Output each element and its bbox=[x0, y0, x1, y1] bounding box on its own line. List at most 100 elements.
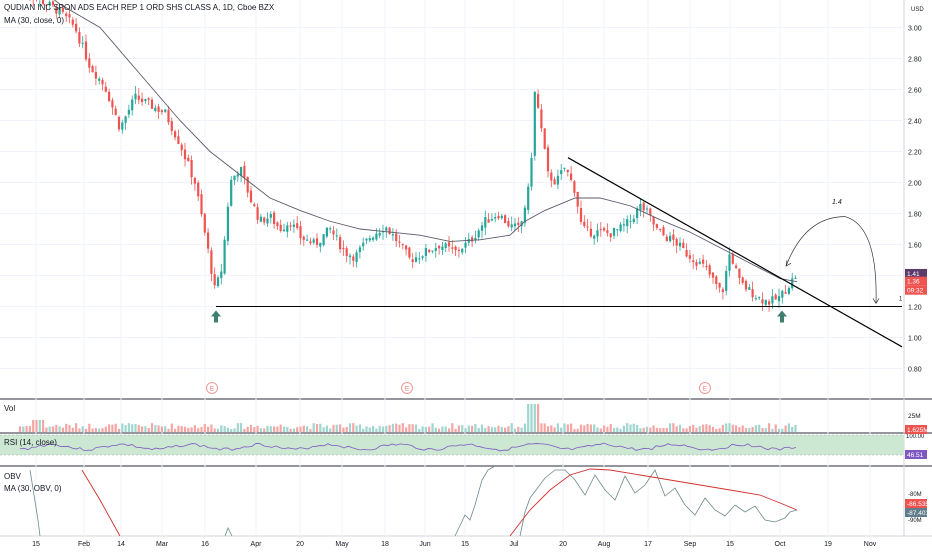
candle-body bbox=[68, 14, 71, 18]
candle-body bbox=[213, 274, 216, 286]
candle-body bbox=[655, 224, 658, 228]
volume-bar bbox=[292, 428, 295, 432]
volume-bar bbox=[764, 428, 767, 432]
volume-bar bbox=[513, 428, 517, 432]
obv-ma-line bbox=[509, 468, 798, 537]
volume-bar bbox=[454, 428, 457, 432]
time-tick-label: Jun bbox=[419, 541, 430, 548]
volume-bar bbox=[263, 428, 266, 432]
candle-body bbox=[669, 235, 672, 242]
candle-body bbox=[273, 212, 276, 224]
volume-bar bbox=[672, 423, 675, 432]
price-tick-label: 2.80 bbox=[908, 57, 922, 64]
volume-bar bbox=[312, 423, 315, 432]
candle-body bbox=[190, 160, 193, 178]
candle-body bbox=[170, 121, 173, 131]
volume-bar bbox=[236, 423, 239, 432]
volume-bar bbox=[226, 427, 229, 432]
volume-bar bbox=[692, 425, 695, 432]
volume-bar bbox=[372, 426, 375, 432]
time-tick-label: 18 bbox=[381, 541, 389, 548]
candle-body bbox=[391, 234, 394, 236]
candle-body bbox=[127, 109, 130, 115]
candle-body bbox=[480, 225, 484, 231]
volume-bar bbox=[51, 426, 55, 432]
candle-body bbox=[134, 93, 137, 100]
candle-body bbox=[553, 179, 556, 185]
edge-label: 1 bbox=[899, 297, 903, 303]
candle-body bbox=[771, 296, 774, 304]
candle-body bbox=[94, 72, 97, 79]
rsi-tick: 100.00 bbox=[906, 434, 925, 440]
volume-bar bbox=[269, 426, 272, 432]
candle-body bbox=[98, 78, 101, 81]
candle-body bbox=[276, 222, 279, 227]
volume-bar bbox=[306, 426, 309, 432]
price-tick-label: 1.80 bbox=[908, 212, 922, 219]
candle-body bbox=[104, 86, 107, 92]
candle-body bbox=[550, 172, 553, 181]
volume-bar bbox=[121, 423, 124, 432]
volume-bar bbox=[698, 426, 701, 432]
candle-body bbox=[358, 247, 361, 253]
candle-body bbox=[702, 259, 705, 264]
symbol-title: QUDIAN INC SPON ADS EACH REP 1 ORD SHS C… bbox=[4, 3, 275, 12]
candle-body bbox=[494, 217, 497, 219]
candle-body bbox=[517, 222, 520, 225]
volume-bar bbox=[210, 424, 213, 432]
volume-bar bbox=[207, 426, 210, 432]
rsi-band bbox=[0, 435, 904, 455]
candle-body bbox=[84, 41, 88, 60]
volume-bar bbox=[537, 404, 540, 432]
candle-body bbox=[754, 298, 757, 300]
volume-bar bbox=[444, 426, 447, 432]
candle-body bbox=[652, 217, 655, 225]
volume-bar bbox=[632, 423, 635, 432]
time-tick-label: Jul bbox=[510, 541, 519, 548]
candle-body bbox=[289, 225, 292, 227]
candle-body bbox=[682, 242, 685, 248]
volume-bar bbox=[784, 425, 787, 432]
candle-body bbox=[721, 289, 724, 292]
candle-body bbox=[738, 268, 741, 278]
candle-body bbox=[692, 260, 695, 263]
volume-bar bbox=[447, 428, 451, 432]
candle-body bbox=[306, 239, 309, 241]
volume-bar bbox=[348, 423, 352, 432]
candle-body bbox=[711, 272, 715, 278]
obv-legend: OBV bbox=[4, 472, 21, 481]
volume-bar bbox=[289, 428, 292, 432]
candle-body bbox=[355, 252, 358, 263]
volume-bar bbox=[741, 425, 744, 432]
candle-body bbox=[114, 108, 117, 115]
price-tick-label: 2.20 bbox=[908, 150, 922, 157]
candle-body bbox=[282, 229, 286, 232]
volume-bar bbox=[94, 428, 97, 432]
volume-bar bbox=[682, 428, 685, 432]
candle-body bbox=[108, 91, 111, 102]
volume-bar bbox=[223, 426, 226, 432]
candle-body bbox=[269, 213, 272, 218]
candle-body bbox=[424, 248, 427, 256]
volume-bar bbox=[553, 427, 556, 432]
candle-body bbox=[794, 277, 797, 279]
volume-bar bbox=[718, 428, 721, 432]
volume-bar bbox=[431, 423, 434, 432]
candle-body bbox=[75, 23, 78, 32]
volume-bar bbox=[375, 428, 378, 432]
volume-bar bbox=[523, 423, 526, 432]
candle-body bbox=[421, 256, 424, 258]
candle-body bbox=[464, 242, 467, 248]
descending-trendline bbox=[567, 157, 903, 348]
candle-body bbox=[744, 280, 748, 290]
volume-bar bbox=[391, 423, 394, 432]
volume-bar bbox=[35, 420, 38, 432]
candle-body bbox=[606, 230, 609, 233]
volume-bar bbox=[560, 427, 563, 432]
candle-body bbox=[626, 219, 629, 227]
volume-bar bbox=[787, 423, 790, 432]
volume-bar bbox=[494, 427, 497, 432]
volume-bar bbox=[329, 428, 332, 432]
volume-bar bbox=[137, 425, 140, 432]
candle-body bbox=[768, 301, 771, 305]
